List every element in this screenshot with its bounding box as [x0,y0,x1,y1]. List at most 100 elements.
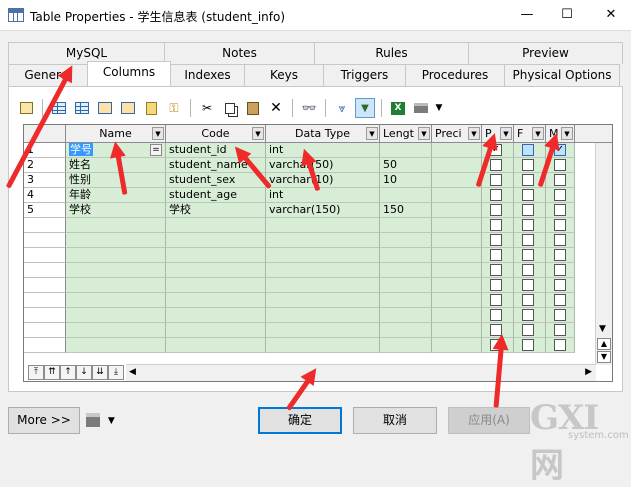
chevron-down-icon[interactable]: ▼ [418,127,430,140]
row-number[interactable] [24,218,66,233]
length-cell[interactable] [380,263,432,278]
edit-ellipsis-icon[interactable]: = [150,144,162,156]
f-checkbox[interactable] [522,219,534,231]
p-checkbox[interactable] [490,234,502,246]
data-type-cell[interactable] [266,293,380,308]
name-cell[interactable]: 学校 [66,203,166,218]
code-cell[interactable]: student_sex [166,173,266,188]
f-checkbox[interactable] [522,339,534,351]
row-number[interactable] [24,293,66,308]
more-button[interactable]: More >> [8,407,80,434]
p-checkbox[interactable] [490,204,502,216]
scroll-page-up-icon[interactable]: ▲ [597,338,611,350]
name-cell[interactable] [66,278,166,293]
apply-button[interactable]: 应用(A) [448,407,530,434]
precision-cell[interactable] [432,278,482,293]
move-down-button[interactable]: ↓ [76,365,92,380]
dropdown-icon[interactable]: ▼ [434,98,444,118]
f-checkbox[interactable] [522,144,534,156]
horizontal-scrollbar[interactable]: ◀ ▶ [126,364,596,381]
m-checkbox[interactable] [554,189,566,201]
length-cell[interactable] [380,188,432,203]
data-type-cell[interactable] [266,308,380,323]
precision-cell[interactable] [432,218,482,233]
p-checkbox[interactable] [490,309,502,321]
code-cell[interactable] [166,308,266,323]
scroll-left-icon[interactable]: ◀ [129,367,136,377]
name-cell[interactable] [66,263,166,278]
data-type-cell[interactable] [266,248,380,263]
new-doc-icon[interactable] [141,98,161,118]
tab-rules[interactable]: Rules [314,42,469,64]
f-checkbox[interactable] [522,279,534,291]
code-cell[interactable] [166,248,266,263]
row-number[interactable]: 5 [24,203,66,218]
code-cell[interactable] [166,263,266,278]
m-checkbox[interactable] [554,204,566,216]
code-cell[interactable] [166,218,266,233]
cancel-button[interactable]: 取消 [353,407,437,434]
selected-name-text[interactable]: 学号 [69,143,93,156]
f-checkbox[interactable] [522,159,534,171]
precision-cell[interactable] [432,338,482,353]
length-cell[interactable] [380,308,432,323]
f-checkbox[interactable] [522,174,534,186]
chevron-down-icon[interactable]: ▼ [252,127,264,140]
row-number[interactable] [24,248,66,263]
length-cell[interactable]: 50 [380,158,432,173]
f-checkbox[interactable] [522,234,534,246]
data-type-cell[interactable] [266,218,380,233]
copy-icon[interactable] [220,98,240,118]
row-number[interactable]: 4 [24,188,66,203]
precision-cell[interactable] [432,323,482,338]
chevron-down-icon[interactable]: ▼ [532,127,544,140]
filter-icon[interactable]: ⩔ [332,98,352,118]
move-bottom-button[interactable]: ⤓ [108,365,124,380]
m-checkbox[interactable] [554,279,566,291]
m-checkbox[interactable] [554,234,566,246]
f-checkbox[interactable] [522,264,534,276]
m-checkbox[interactable] [554,309,566,321]
name-cell[interactable] [66,248,166,263]
chevron-down-icon[interactable]: ▼ [468,127,480,140]
properties-icon[interactable] [16,98,36,118]
p-checkbox[interactable] [490,219,502,231]
p-checkbox[interactable] [490,174,502,186]
data-type-cell[interactable]: int [266,143,380,158]
data-type-cell[interactable] [266,323,380,338]
length-cell[interactable] [380,323,432,338]
scroll-page-down-icon[interactable]: ▼ [597,351,611,363]
m-checkbox[interactable] [554,294,566,306]
length-cell[interactable]: 10 [380,173,432,188]
length-cell[interactable] [380,143,432,158]
length-cell[interactable]: 150 [380,203,432,218]
f-checkbox[interactable] [522,294,534,306]
print-menu[interactable]: ▼ [86,412,122,430]
precision-cell[interactable] [432,233,482,248]
precision-cell[interactable] [432,308,482,323]
tab-triggers[interactable]: Triggers [323,64,406,86]
delete-icon[interactable]: ✕ [266,98,286,118]
name-cell[interactable] [66,338,166,353]
chevron-down-icon[interactable]: ▼ [500,127,512,140]
name-cell[interactable] [66,293,166,308]
row-number[interactable] [24,263,66,278]
header-code[interactable]: Code ▼ [166,125,266,143]
precision-cell[interactable] [432,188,482,203]
m-checkbox[interactable] [554,219,566,231]
code-cell[interactable] [166,278,266,293]
data-type-cell[interactable]: varchar(150) [266,203,380,218]
m-checkbox[interactable] [554,249,566,261]
code-cell[interactable] [166,338,266,353]
data-type-cell[interactable]: varchar(10) [266,173,380,188]
precision-cell[interactable] [432,173,482,188]
precision-cell[interactable] [432,143,482,158]
length-cell[interactable] [380,293,432,308]
row-number[interactable]: 2 [24,158,66,173]
header-precision[interactable]: Preci ▼ [432,125,482,143]
data-type-cell[interactable] [266,233,380,248]
customize-columns-icon[interactable]: ▼ [355,98,375,118]
precision-cell[interactable] [432,293,482,308]
add-column-icon[interactable] [95,98,115,118]
precision-cell[interactable] [432,203,482,218]
